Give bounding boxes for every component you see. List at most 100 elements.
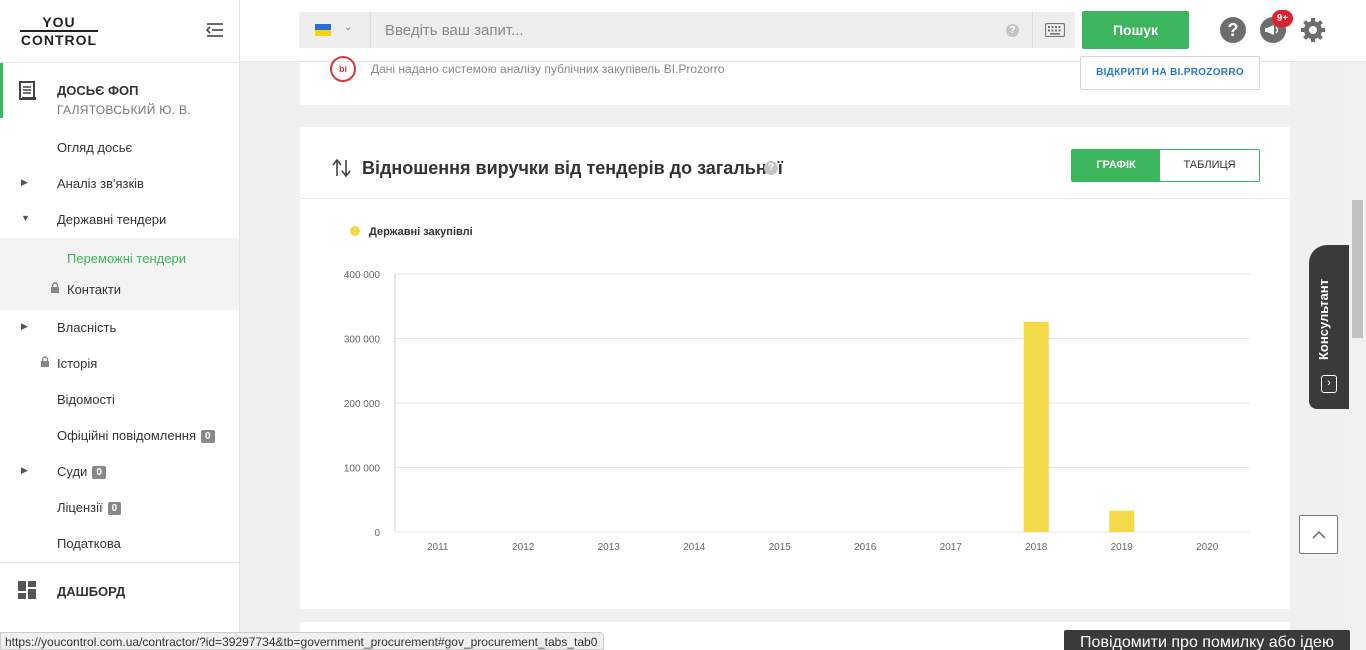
logo-line-1: YOU (20, 15, 98, 32)
consultant-label: Консультант (1316, 279, 1331, 360)
sidebar-item-label: Суди (57, 464, 88, 479)
sidebar-item-label: Огляд досьє (57, 140, 133, 155)
caret-down-icon: ▼ (21, 213, 30, 223)
ukraine-flag-icon (315, 24, 331, 36)
chevron-up-icon (1312, 530, 1326, 539)
caret-right-icon: ▶ (21, 321, 28, 331)
sidebar-item-label: Аналіз зв'язків (57, 176, 144, 191)
scroll-to-top-button[interactable] (1299, 515, 1338, 554)
y-tick-label: 200 000 (344, 399, 381, 410)
sidebar-item-official-notices[interactable]: Офіційні повідомлення 0 (0, 417, 239, 453)
document-icon (19, 81, 36, 100)
lock-icon (41, 356, 49, 367)
sidebar-item-property[interactable]: ▶ Власність (0, 309, 239, 345)
settings-gear-icon[interactable] (1300, 17, 1326, 43)
revenue-bar-chart: Державні закупівлі 0 100 000 200 000 300 000… (344, 226, 1250, 553)
search-bar: ⌄ ? (299, 12, 1075, 48)
y-tick-label: 300 000 (344, 335, 381, 346)
dashboard-icon (18, 581, 36, 599)
sidebar-item-courts[interactable]: ▶ Суди 0 (0, 453, 239, 489)
legend-marker (350, 226, 360, 236)
card-title: Відношення виручки від тендерів до загал… (362, 158, 783, 178)
count-badge: 0 (92, 466, 106, 479)
help-icon[interactable]: ? (1220, 17, 1246, 43)
top-bar: ⌄ ? Пошук ? 9+ (240, 0, 1366, 62)
revenue-ratio-card: Відношення виручки від тендерів до загал… (300, 127, 1290, 609)
dossier-subtitle: ГАЛЯТОВСЬКИЙ Ю. В. (57, 103, 191, 117)
expand-panel-icon: › (1321, 375, 1337, 393)
language-select[interactable]: ⌄ (299, 12, 371, 48)
sidebar-subitem-winning-tenders[interactable]: Переможні тендери (0, 243, 239, 273)
sidebar-item-label: Історія (57, 356, 98, 371)
caret-right-icon: ▶ (21, 465, 28, 475)
sidebar-item-label-wrap: Суди 0 (57, 464, 106, 479)
view-toggle: ГРАФІК ТАБЛИЦЯ (1071, 149, 1260, 182)
x-tick-label: 2014 (683, 542, 706, 553)
sidebar-item-history[interactable]: Історія (0, 345, 239, 381)
search-help-icon[interactable]: ? (1006, 24, 1019, 37)
collapse-menu-icon[interactable] (206, 22, 224, 38)
report-error-button[interactable]: Повідомити про помилку або ідею (1064, 630, 1350, 650)
y-tick-label: 400 000 (344, 270, 381, 281)
notification-count-badge: 9+ (1272, 10, 1293, 27)
bar (1023, 321, 1049, 532)
x-tick-label: 2012 (512, 542, 535, 553)
dossier-header[interactable]: ДОСЬЄ ФОП ГАЛЯТОВСЬКИЙ Ю. В. (0, 63, 240, 118)
search-button[interactable]: Пошук (1082, 11, 1189, 49)
tab-chart[interactable]: ГРАФІК (1072, 150, 1160, 181)
sidebar-item-label: Відомості (57, 392, 115, 407)
y-tick-label: 0 (374, 528, 380, 539)
youcontrol-logo[interactable]: YOU CONTROL (20, 15, 98, 47)
sidebar-submenu: Переможні тендери Контакти (0, 238, 239, 310)
sidebar-item-label: ДАШБОРД (57, 584, 126, 599)
x-tick-label: 2013 (598, 542, 621, 553)
search-input[interactable] (372, 12, 952, 48)
count-badge: 0 (107, 502, 122, 515)
sidebar-item-info[interactable]: Відомості (0, 381, 239, 417)
bi-source-text: Дані надано системою аналізу публічних з… (371, 62, 725, 76)
x-tick-label: 2011 (427, 542, 449, 553)
open-bi-prozorro-button[interactable]: ВІДКРИТИ НА BI.PROZORRO (1080, 56, 1260, 90)
sidebar-item-links-analysis[interactable]: ▶ Аналіз зв'язків (0, 165, 239, 201)
browser-status-url: https://youcontrol.com.ua/contractor/?id… (0, 632, 605, 650)
sidebar-item-licenses[interactable]: Ліцензії 0 (0, 489, 239, 525)
sidebar-item-label: Власність (57, 320, 117, 335)
sidebar-item-label: Державні тендери (57, 212, 167, 227)
x-tick-label: 2020 (1196, 542, 1219, 553)
sidebar-item-label: Офіційні повідомлення (57, 428, 197, 443)
bi-prozorro-card: bi Дані надано системою аналізу публічни… (300, 56, 1290, 105)
sidebar-subitem-label: Переможні тендери (67, 251, 186, 266)
page-scrollbar[interactable] (1349, 62, 1366, 650)
lock-icon (51, 282, 59, 293)
sidebar-item-overview[interactable]: Огляд досьє (0, 129, 239, 165)
legend-label: Державні закупівлі (369, 226, 473, 238)
sidebar-item-label: Податкова (57, 536, 121, 551)
bi-prozorro-logo: bi (330, 56, 356, 82)
sidebar-subitem-label: Контакти (67, 282, 122, 297)
sidebar-item-state-tenders[interactable]: ▼ Державні тендери (0, 201, 239, 237)
sidebar-item-label-wrap: Офіційні повідомлення 0 (57, 428, 215, 443)
dossier-title: ДОСЬЄ ФОП (57, 83, 139, 98)
tab-table[interactable]: ТАБЛИЦЯ (1160, 150, 1259, 181)
count-badge: 0 (201, 430, 215, 443)
sidebar-subitem-contacts[interactable]: Контакти (0, 274, 239, 304)
caret-right-icon: ▶ (21, 177, 28, 187)
sidebar: YOU CONTROL ДОСЬЄ ФОП ГАЛЯТОВСЬКИЙ Ю. В.… (0, 0, 240, 650)
x-tick-label: 2017 (940, 542, 963, 553)
virtual-keyboard-button[interactable] (1032, 12, 1075, 48)
keyboard-icon (1045, 23, 1065, 37)
sidebar-item-tax[interactable]: Податкова (0, 525, 239, 561)
logo-line-2: CONTROL (20, 32, 98, 48)
x-tick-label: 2018 (1025, 542, 1048, 553)
card-header: Відношення виручки від тендерів до загал… (300, 127, 1290, 199)
sort-arrows-icon (332, 158, 351, 178)
chevron-down-icon: ⌄ (344, 22, 353, 33)
bar (1109, 510, 1135, 532)
x-tick-label: 2015 (769, 542, 792, 553)
help-icon[interactable]: ? (764, 161, 778, 175)
sidebar-item-dashboard[interactable]: ДАШБОРД (0, 563, 240, 618)
sidebar-item-label: Ліцензії (57, 500, 103, 515)
scrollbar-thumb[interactable] (1352, 200, 1363, 338)
x-tick-label: 2016 (854, 542, 877, 553)
x-tick-label: 2019 (1111, 542, 1134, 553)
